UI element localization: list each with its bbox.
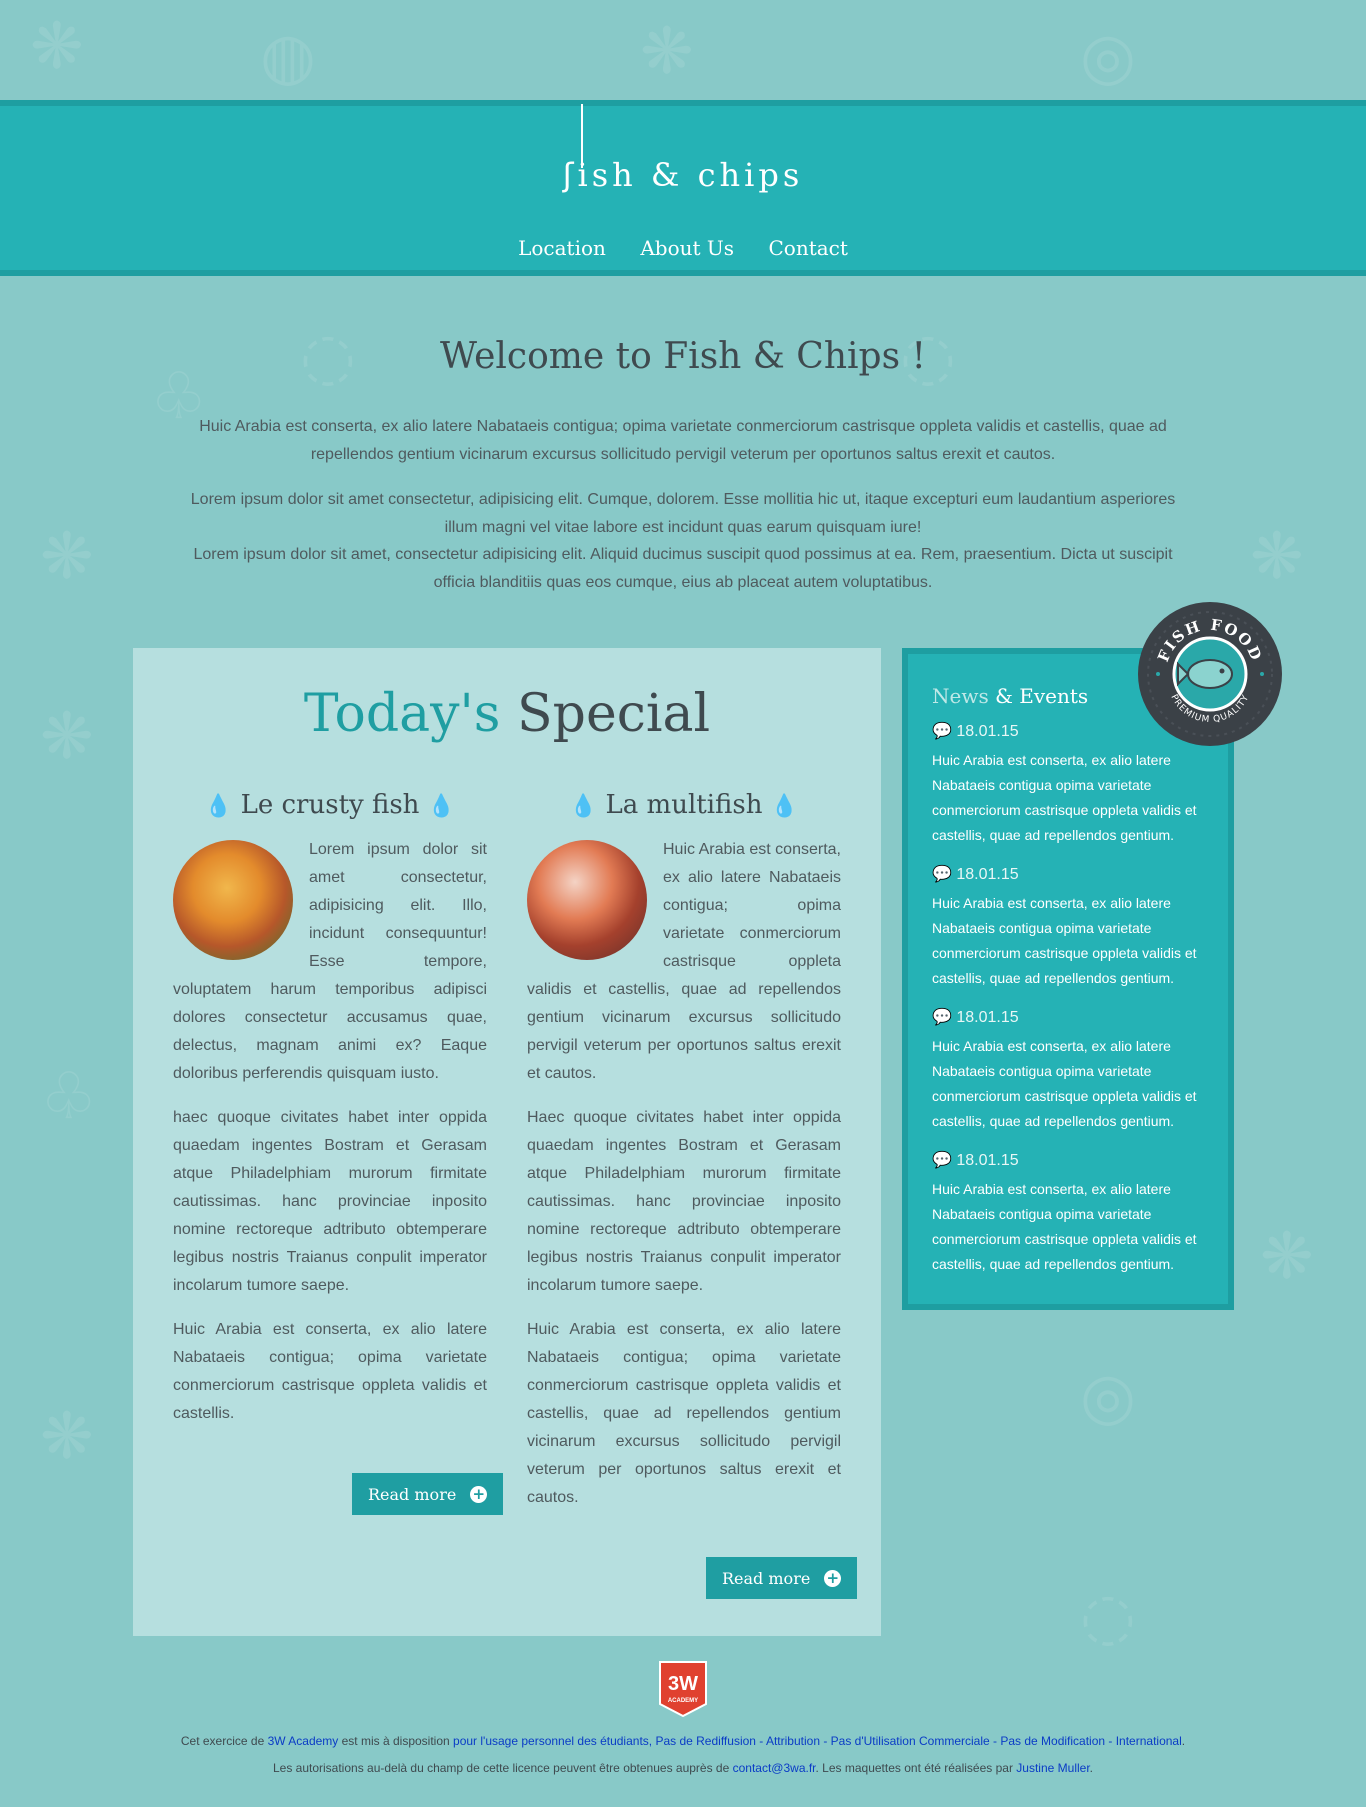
speech-bubble-icon: 💬 bbox=[932, 1009, 952, 1026]
license-link[interactable]: pour l'usage personnel des étudiants, Pa… bbox=[453, 1734, 1182, 1748]
nav-location[interactable]: Location bbox=[518, 236, 606, 260]
speech-bubble-icon: 💬 bbox=[932, 1152, 952, 1169]
dish-title: 💧 La multifish 💧 bbox=[569, 790, 799, 820]
read-more-button[interactable]: Read more + bbox=[352, 1473, 504, 1515]
contact-email-link[interactable]: contact@3wa.fr bbox=[733, 1761, 816, 1775]
dish-paragraph: haec quoque civitates habet inter oppida… bbox=[173, 1109, 487, 1294]
welcome-paragraph: Huic Arabia est conserta, ex alio latere… bbox=[199, 418, 1167, 463]
plus-circle-icon: + bbox=[470, 1485, 488, 1503]
seafood-image bbox=[527, 840, 647, 960]
drop-icon: 💧 bbox=[427, 794, 456, 819]
pineapple-icon: ❋ bbox=[1250, 520, 1304, 594]
dish-card: 💧 Le crusty fish 💧 Lorem ipsum dolor sit… bbox=[173, 790, 487, 1444]
fish-hook-icon: ʃ bbox=[562, 156, 578, 194]
3w-academy-link[interactable]: 3W Academy bbox=[268, 1734, 339, 1748]
welcome-title: Welcome to Fish & Chips ! bbox=[440, 336, 926, 377]
special-title-rest: Special bbox=[517, 684, 711, 744]
main-nav: Location About Us Contact bbox=[0, 236, 1366, 260]
pineapple-icon: ❋ bbox=[640, 15, 694, 89]
donut-icon: ◎ bbox=[1080, 20, 1136, 94]
news-title: News & Events bbox=[932, 684, 1089, 708]
dish-title: 💧 Le crusty fish 💧 bbox=[204, 790, 456, 820]
special-title-accent: Today's bbox=[303, 684, 501, 744]
dish-card: 💧 La multifish 💧 Huic Arabia est consert… bbox=[527, 790, 841, 1528]
footer-credits-line: Les autorisations au-delà du champ de ce… bbox=[272, 1761, 1094, 1775]
news-item[interactable]: 💬 18.01.15 Huic Arabia est conserta, ex … bbox=[932, 1151, 1208, 1277]
donut-icon: ◎ bbox=[1080, 1360, 1136, 1434]
pineapple-icon: ❋ bbox=[30, 10, 84, 84]
footer-license-line: Cet exercice de 3W Academy est mis à dis… bbox=[180, 1734, 1186, 1748]
cherry-icon: ♧ bbox=[40, 1060, 98, 1134]
speech-bubble-icon: 💬 bbox=[932, 723, 952, 740]
site-header: ʃish & chips Location About Us Contact bbox=[0, 100, 1366, 276]
pineapple-icon: ❋ bbox=[40, 700, 94, 774]
site-logo[interactable]: ʃish & chips bbox=[0, 156, 1366, 194]
welcome-paragraph: Lorem ipsum dolor sit amet, consectetur … bbox=[193, 546, 1173, 591]
orange-icon: ◌ bbox=[1080, 1580, 1136, 1654]
dish-paragraph: Huic Arabia est conserta, ex alio latere… bbox=[527, 1321, 841, 1506]
todays-special-panel: Today's Special 💧 Le crusty fish 💧 Lorem… bbox=[133, 648, 881, 1636]
read-more-button[interactable]: Read more + bbox=[706, 1557, 858, 1599]
pineapple-icon: ❋ bbox=[40, 520, 94, 594]
fish-food-badge: FISH FOOD PREMIUM QUALITY bbox=[1138, 602, 1282, 746]
pineapple-icon: ❋ bbox=[40, 1400, 94, 1474]
nav-about-us[interactable]: About Us bbox=[640, 236, 734, 260]
drop-icon: 💧 bbox=[204, 794, 233, 819]
3w-academy-logo[interactable]: 3W ACADEMY bbox=[658, 1660, 708, 1718]
dish-paragraph: Haec quoque civitates habet inter oppida… bbox=[527, 1109, 841, 1294]
special-title: Today's Special bbox=[133, 684, 881, 744]
plus-circle-icon: + bbox=[824, 1569, 842, 1587]
dish-paragraph: Huic Arabia est conserta, ex alio latere… bbox=[173, 1321, 487, 1422]
watermelon-icon: ◍ bbox=[260, 20, 316, 94]
news-item[interactable]: 💬 18.01.15 Huic Arabia est conserta, ex … bbox=[932, 865, 1208, 991]
news-item[interactable]: 💬 18.01.15 Huic Arabia est conserta, ex … bbox=[932, 1008, 1208, 1134]
fish-and-chips-image bbox=[173, 840, 293, 960]
fish-icon bbox=[1187, 659, 1233, 689]
speech-bubble-icon: 💬 bbox=[932, 866, 952, 883]
svg-text:3W: 3W bbox=[668, 1673, 698, 1695]
svg-text:ACADEMY: ACADEMY bbox=[668, 1698, 698, 1704]
pineapple-icon: ❋ bbox=[1260, 1220, 1314, 1294]
drop-icon: 💧 bbox=[569, 794, 598, 819]
welcome-paragraph: Lorem ipsum dolor sit amet consectetur, … bbox=[190, 491, 1176, 536]
author-link[interactable]: Justine Muller bbox=[1016, 1761, 1089, 1775]
drop-icon: 💧 bbox=[770, 794, 799, 819]
nav-contact[interactable]: Contact bbox=[768, 236, 847, 260]
